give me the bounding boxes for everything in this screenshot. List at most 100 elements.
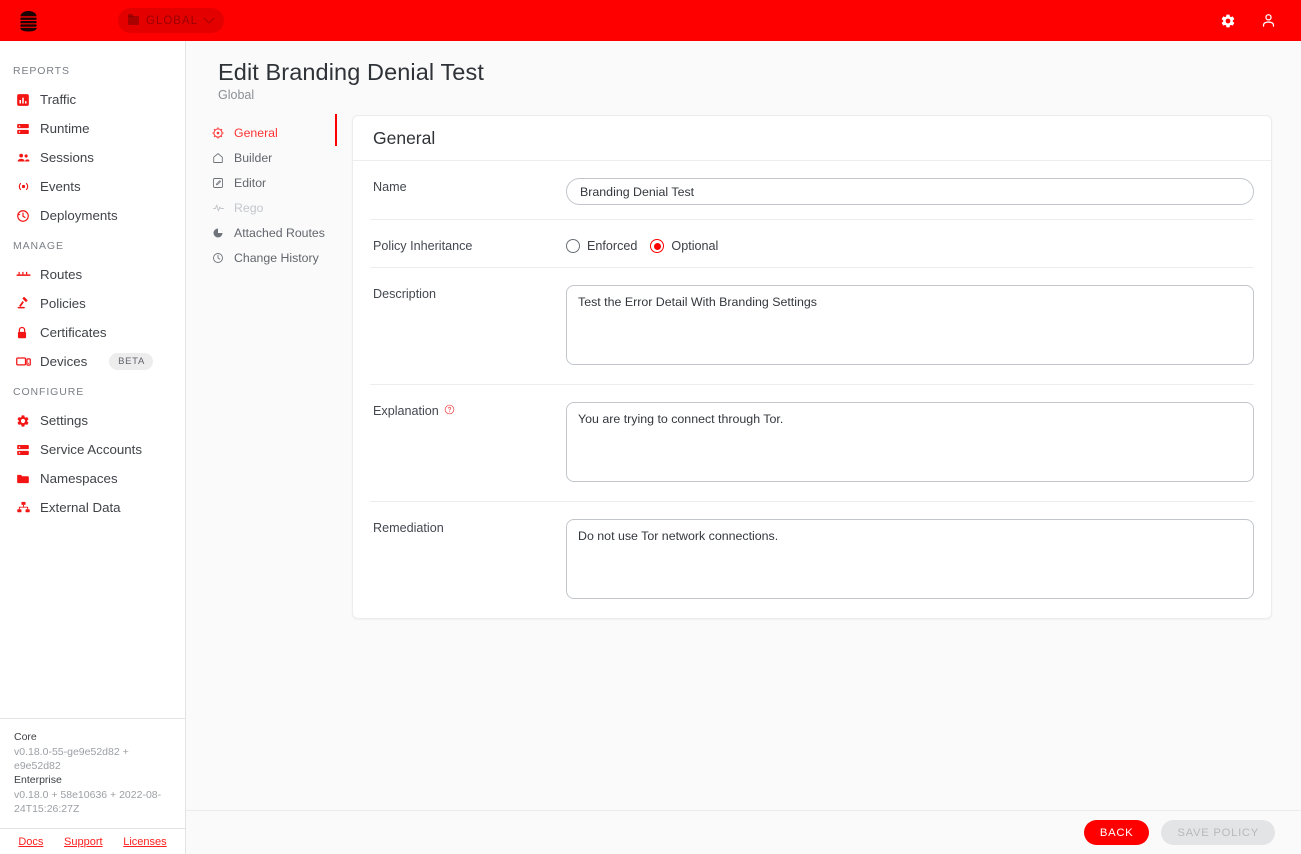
sidebar-item-label: External Data (40, 500, 121, 515)
sidebar-item-service-accounts[interactable]: Service Accounts (0, 435, 185, 464)
sidebar-item-label: Namespaces (40, 471, 118, 486)
radio-enforced[interactable]: Enforced (566, 239, 637, 253)
back-button[interactable]: BACK (1084, 820, 1150, 845)
tab-attached-routes[interactable]: Attached Routes (204, 220, 336, 245)
docs-link[interactable]: Docs (18, 836, 43, 848)
certificates-lock-icon (16, 326, 40, 340)
description-textarea[interactable] (566, 285, 1254, 365)
sidebar-nav: REPORTS Traffic Runtime (0, 41, 185, 718)
tab-editor[interactable]: Editor (204, 170, 336, 195)
licenses-link[interactable]: Licenses (123, 836, 166, 848)
help-circle-icon[interactable] (444, 404, 455, 415)
page-header: Edit Branding Denial Test Global (186, 41, 1301, 108)
sidebar-item-label: Policies (40, 296, 86, 311)
sidebar-item-label: Sessions (40, 150, 94, 165)
explanation-textarea[interactable] (566, 402, 1254, 482)
sidebar-item-sessions[interactable]: Sessions (0, 143, 185, 172)
app-body: REPORTS Traffic Runtime (0, 41, 1301, 854)
external-data-icon (16, 501, 40, 514)
account-button[interactable] (1257, 10, 1279, 32)
builder-home-icon (212, 152, 234, 164)
tab-rego: Rego (204, 195, 336, 220)
version-info: Core v0.18.0-55-ge9e52d82 + e9e52d82 Ent… (0, 730, 185, 825)
tab-general[interactable]: General (204, 120, 336, 145)
sidebar-item-namespaces[interactable]: Namespaces (0, 464, 185, 493)
core-label: Core (14, 730, 171, 745)
tab-label: Editor (234, 176, 266, 190)
sidebar-item-label: Routes (40, 267, 82, 282)
events-broadcast-icon (16, 180, 40, 193)
tab-label: Rego (234, 201, 263, 215)
field-row-description: Description (370, 268, 1254, 385)
main-scroll-area: Edit Branding Denial Test Global General (186, 41, 1301, 810)
sessions-users-icon (16, 151, 40, 165)
footer-links: Docs Support Licenses (0, 828, 185, 854)
sidebar-item-devices[interactable]: Devices BETA (0, 347, 185, 376)
remediation-label: Remediation (370, 519, 566, 604)
scope-label: GLOBAL (146, 15, 198, 27)
field-row-policy-inheritance: Policy Inheritance Enforced (370, 220, 1254, 268)
card-title: General (353, 116, 1271, 161)
settings-gear-icon (16, 414, 40, 428)
devices-icon (16, 356, 40, 368)
tab-change-history[interactable]: Change History (204, 245, 336, 270)
name-input[interactable] (566, 178, 1254, 205)
change-history-clock-icon (212, 252, 234, 264)
sidebar-item-label: Traffic (40, 92, 76, 107)
sidebar-item-label: Runtime (40, 121, 90, 136)
card-body: Name Policy Inheritance (353, 161, 1271, 618)
name-label: Name (370, 178, 566, 205)
rego-pulse-icon (212, 202, 234, 214)
form-action-bar: BACK SAVE POLICY (186, 810, 1301, 854)
status-badge: BETA (109, 353, 153, 370)
tab-label: Builder (234, 151, 272, 165)
radio-label: Enforced (587, 239, 637, 253)
sidebar-item-label: Settings (40, 413, 88, 428)
description-label: Description (370, 285, 566, 370)
explanation-label: Explanation (373, 404, 439, 418)
core-version: v0.18.0-55-ge9e52d82 + e9e52d82 (14, 745, 171, 773)
policies-gavel-icon (16, 297, 40, 311)
sidebar-item-settings[interactable]: Settings (0, 406, 185, 435)
tab-label: Change History (234, 251, 319, 265)
gear-icon (1220, 13, 1236, 29)
sidebar-item-events[interactable]: Events (0, 172, 185, 201)
enterprise-version: v0.18.0 + 58e10636 + 2022-08-24T15:26:27… (14, 788, 171, 816)
general-settings-card: General Name Policy Inheritance (352, 115, 1272, 619)
chevron-down-icon (203, 12, 214, 23)
editor-pencil-icon (212, 177, 234, 189)
sidebar-item-label: Devices (40, 354, 87, 369)
topbar-actions (1217, 10, 1301, 32)
sidebar-item-runtime[interactable]: Runtime (0, 114, 185, 143)
deployments-history-icon (16, 209, 40, 223)
sidebar-item-label: Service Accounts (40, 442, 142, 457)
app-root: GLOBAL REPORTS (0, 0, 1301, 854)
support-link[interactable]: Support (64, 836, 103, 848)
top-bar: GLOBAL (0, 0, 1301, 41)
field-row-name: Name (370, 161, 1254, 220)
sidebar-item-routes[interactable]: Routes (0, 260, 185, 289)
routes-icon (16, 270, 40, 280)
scope-selector[interactable]: GLOBAL (118, 8, 224, 33)
user-icon (1260, 12, 1277, 29)
sidebar-item-traffic[interactable]: Traffic (0, 85, 185, 114)
database-logo-icon (19, 10, 38, 32)
radio-optional[interactable]: Optional (650, 239, 718, 253)
runtime-server-icon (16, 122, 40, 136)
tab-builder[interactable]: Builder (204, 145, 336, 170)
sidebar-item-label: Certificates (40, 325, 107, 340)
remediation-textarea[interactable] (566, 519, 1254, 599)
attached-routes-pie-icon (212, 227, 234, 239)
settings-button[interactable] (1217, 10, 1239, 32)
service-accounts-icon (16, 443, 40, 457)
sidebar-item-policies[interactable]: Policies (0, 289, 185, 318)
traffic-chart-icon (16, 93, 40, 107)
sidebar-item-deployments[interactable]: Deployments (0, 201, 185, 230)
sidebar-section-reports: REPORTS (0, 55, 185, 85)
app-logo[interactable] (0, 10, 56, 32)
sidebar-item-external-data[interactable]: External Data (0, 493, 185, 522)
policy-tab-list: General Builder Editor (204, 108, 336, 619)
save-policy-button[interactable]: SAVE POLICY (1161, 820, 1275, 845)
explanation-label-wrap: Explanation (370, 402, 566, 487)
sidebar-item-certificates[interactable]: Certificates (0, 318, 185, 347)
